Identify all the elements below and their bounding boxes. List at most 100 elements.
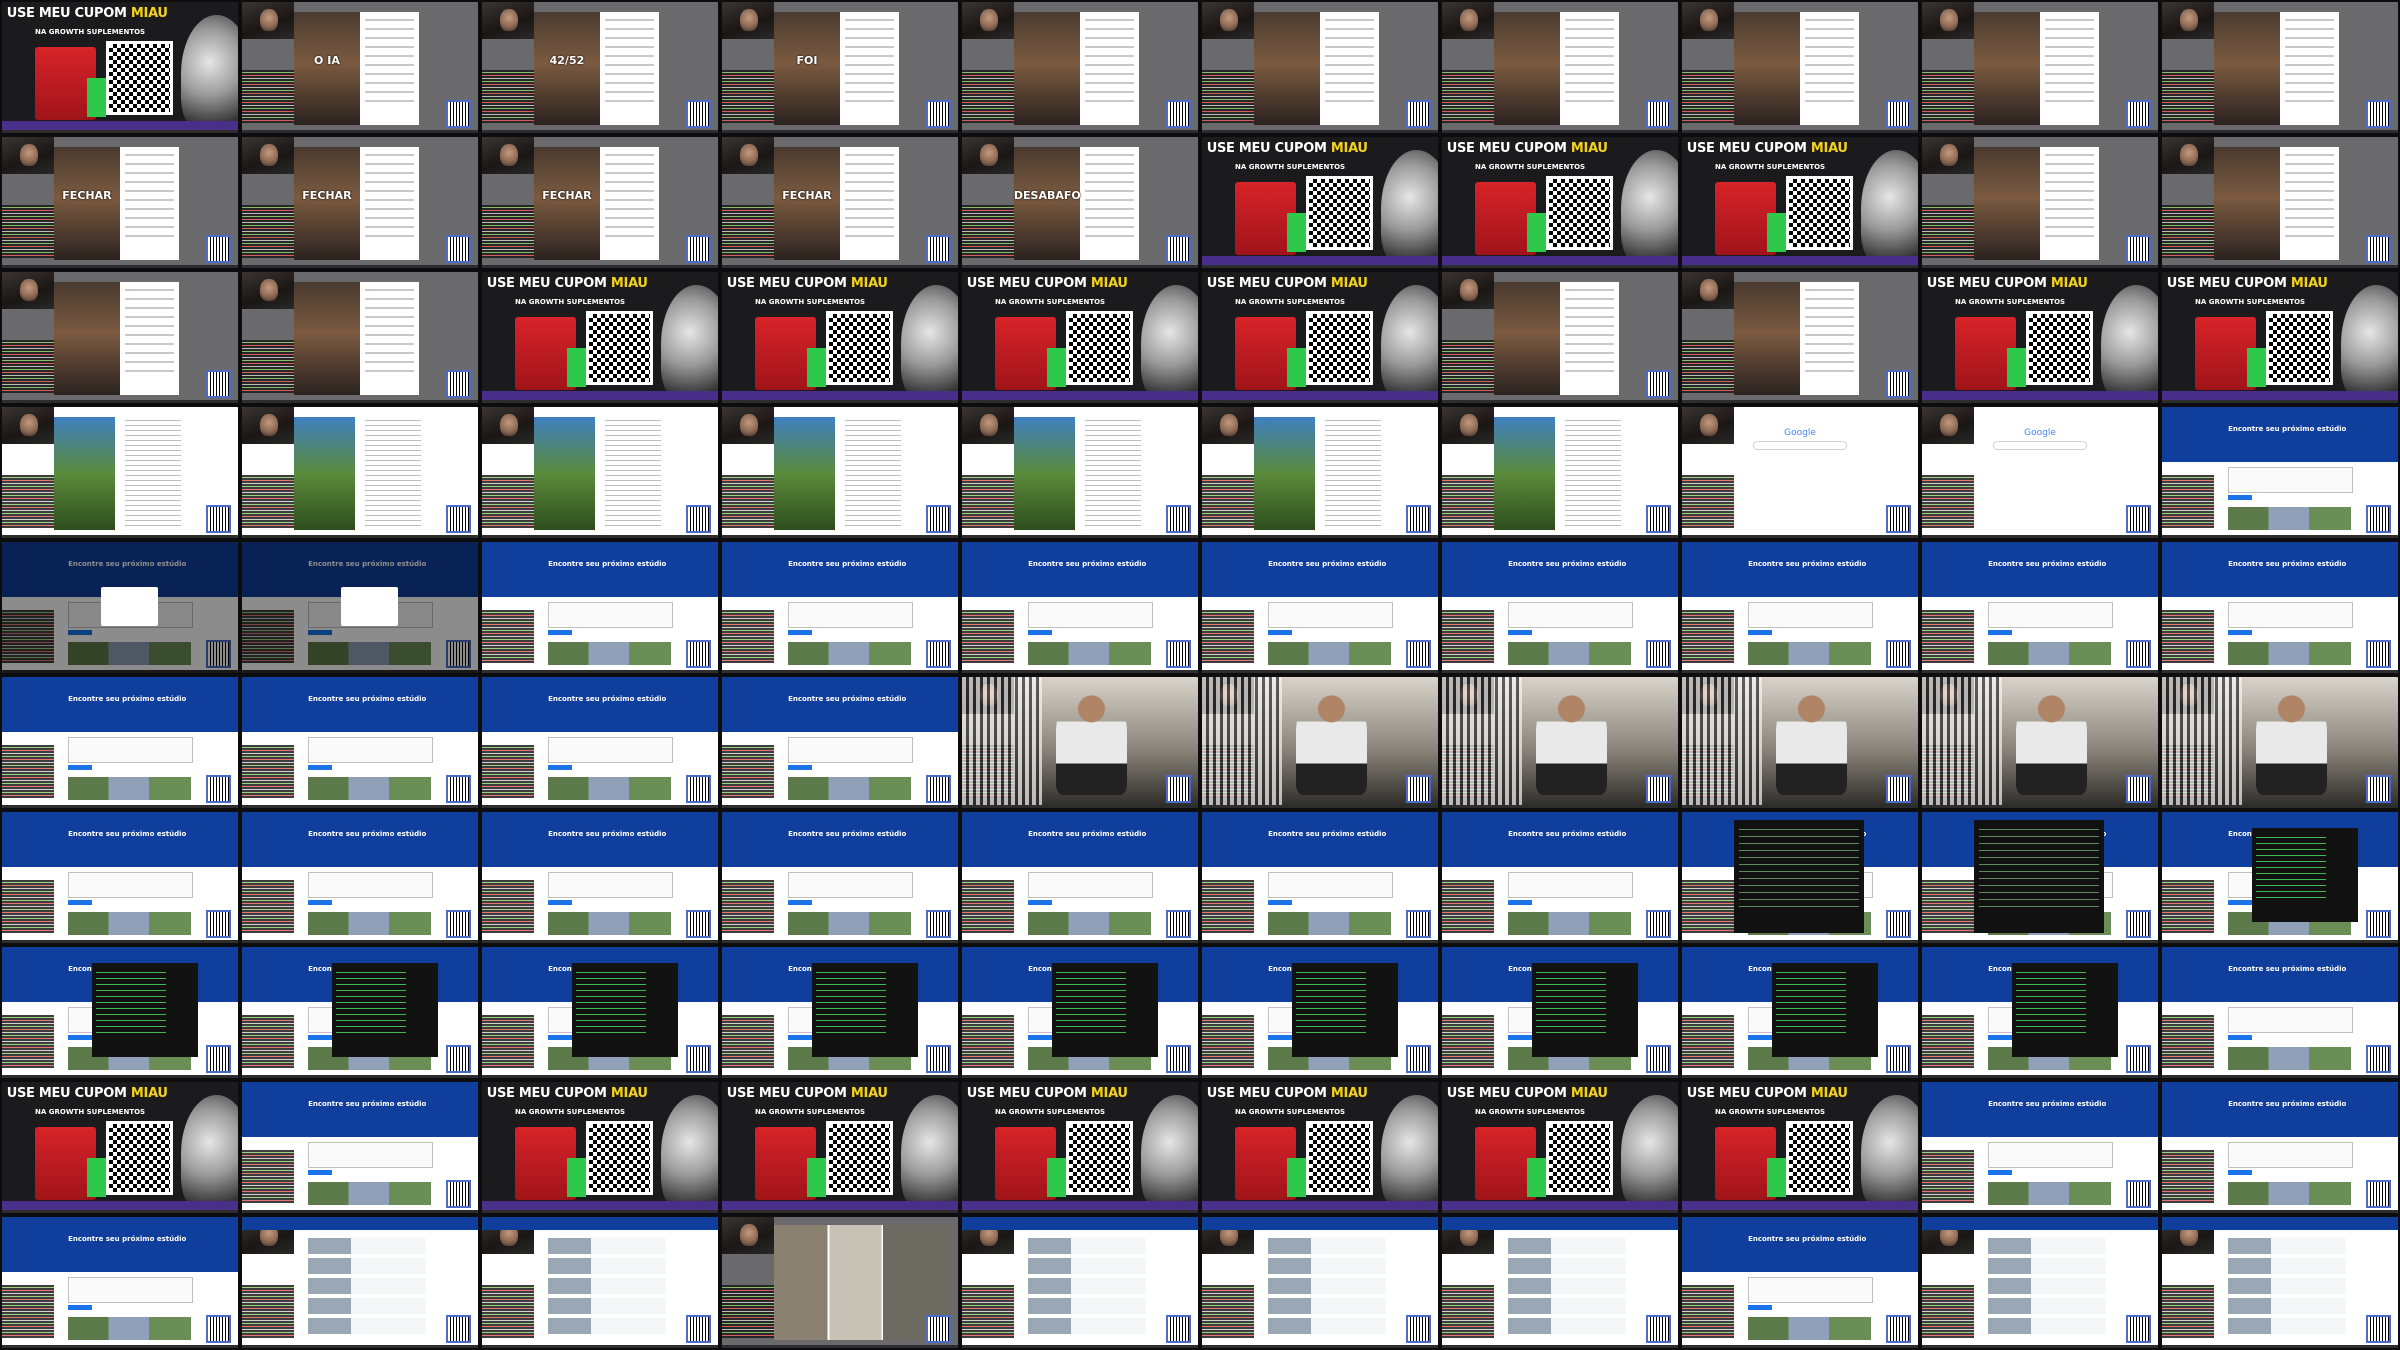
thumbnail-listing[interactable]: [482, 1217, 718, 1348]
thumbnail-reel[interactable]: FECHAR: [2, 137, 238, 268]
thumbnail-ad[interactable]: USE MEU CUPOM MIAU NA GROWTH SUPLEMENTOS: [482, 272, 718, 403]
search-button[interactable]: [68, 1304, 92, 1310]
search-form[interactable]: [68, 1277, 193, 1303]
search-button[interactable]: [1268, 899, 1292, 905]
thumbnail-ad[interactable]: USE MEU CUPOM MIAU NA GROWTH SUPLEMENTOS: [722, 1082, 958, 1213]
thumbnail-listing[interactable]: [1442, 1217, 1678, 1348]
thumbnail-site[interactable]: Encontre seu próximo estúdio: [482, 542, 718, 673]
reel-video[interactable]: [1733, 12, 1800, 126]
reel-video[interactable]: [1733, 282, 1800, 396]
thumbnail-site[interactable]: Encontre seu próximo estúdio: [722, 677, 958, 808]
search-button[interactable]: [68, 899, 92, 905]
thumbnail-reel[interactable]: FECHAR: [722, 137, 958, 268]
thumbnail-site[interactable]: Encontre seu próximo estúdio: [1682, 542, 1918, 673]
thumbnail-site[interactable]: Encontre seu próximo estúdio: [2162, 1082, 2398, 1213]
thumbnail-reel[interactable]: [2162, 137, 2398, 268]
search-button[interactable]: [788, 899, 812, 905]
reel-video[interactable]: [533, 12, 600, 126]
thumbnail-article[interactable]: [482, 407, 718, 538]
listing-results[interactable]: [548, 1237, 667, 1338]
thumbnail-ad[interactable]: USE MEU CUPOM MIAU NA GROWTH SUPLEMENTOS: [2162, 272, 2398, 403]
reel-video[interactable]: [773, 12, 840, 126]
thumbnail-gym[interactable]: [1682, 677, 1918, 808]
search-button[interactable]: [1508, 899, 1532, 905]
thumbnail-site[interactable]: Encontre seu próximo estúdio: [2162, 542, 2398, 673]
search-button[interactable]: [2228, 629, 2252, 635]
reel-video[interactable]: [293, 147, 360, 261]
thumbnail-gym[interactable]: [1442, 677, 1678, 808]
thumbnail-site[interactable]: Encontre seu próximo estúdio: [1922, 1082, 2158, 1213]
search-form[interactable]: [548, 737, 673, 763]
search-button[interactable]: [548, 629, 572, 635]
thumbnail-article[interactable]: [962, 407, 1198, 538]
listing-results[interactable]: [1028, 1237, 1147, 1338]
thumbnail-site[interactable]: Encontre seu próximo estúdio: [2, 1217, 238, 1348]
search-form[interactable]: [1268, 602, 1393, 628]
search-form[interactable]: [1748, 602, 1873, 628]
thumbnail-site[interactable]: Encontre seu próximo estúdio: [482, 677, 718, 808]
search-button[interactable]: [1988, 1169, 2012, 1175]
thumbnail-ad[interactable]: USE MEU CUPOM MIAU NA GROWTH SUPLEMENTOS: [2, 1082, 238, 1213]
search-form[interactable]: [548, 602, 673, 628]
thumbnail-ad[interactable]: USE MEU CUPOM MIAU NA GROWTH SUPLEMENTOS: [962, 272, 1198, 403]
search-form[interactable]: [1988, 602, 2113, 628]
search-button[interactable]: [1268, 1034, 1292, 1040]
search-form[interactable]: [68, 872, 193, 898]
thumbnail-reel[interactable]: [1922, 137, 2158, 268]
thumbnail-reel[interactable]: [1442, 2, 1678, 133]
thumbnail-site[interactable]: Encontre seu próximo estúdio: [242, 812, 478, 943]
thumbnail-article[interactable]: [722, 407, 958, 538]
thumbnail-site[interactable]: Encontre seu próximo estúdio: [2, 677, 238, 808]
search-button[interactable]: [68, 629, 92, 635]
search-button[interactable]: [68, 764, 92, 770]
thumbnail-ad[interactable]: USE MEU CUPOM MIAU NA GROWTH SUPLEMENTOS: [1682, 1082, 1918, 1213]
thumbnail-reel[interactable]: [2162, 2, 2398, 133]
thumbnail-site[interactable]: Encontre seu próximo estúdio: [242, 1082, 478, 1213]
search-form[interactable]: [308, 1142, 433, 1168]
thumbnail-photos[interactable]: [722, 1217, 958, 1348]
thumbnail-reel[interactable]: FECHAR: [242, 137, 478, 268]
thumbnail-dim[interactable]: Encontre seu próximo estúdio: [242, 542, 478, 673]
reel-video[interactable]: [53, 282, 120, 396]
thumbnail-reel[interactable]: DESABAFO: [962, 137, 1198, 268]
search-form[interactable]: [308, 872, 433, 898]
thumbnail-overlay[interactable]: Encontre seu próximo estúdio: [242, 947, 478, 1078]
search-button[interactable]: [2228, 899, 2252, 905]
thumbnail-reel[interactable]: FOI: [722, 2, 958, 133]
search-form[interactable]: [2228, 467, 2353, 493]
thumbnail-site[interactable]: Encontre seu próximo estúdio: [722, 812, 958, 943]
search-form[interactable]: [1508, 602, 1633, 628]
search-button[interactable]: [1988, 629, 2012, 635]
search-button[interactable]: [1748, 1304, 1772, 1310]
listing-results[interactable]: [1988, 1237, 2107, 1338]
thumbnail-reel[interactable]: [1442, 272, 1678, 403]
thumbnail-listing[interactable]: [1202, 1217, 1438, 1348]
search-form[interactable]: [1508, 872, 1633, 898]
thumbnail-site[interactable]: Encontre seu próximo estúdio: [482, 812, 718, 943]
search-button[interactable]: [1748, 629, 1772, 635]
post-image[interactable]: [53, 417, 116, 531]
post-image[interactable]: [1253, 417, 1316, 531]
thumbnail-overlay[interactable]: Encontre seu próximo estúdio: [962, 947, 1198, 1078]
thumbnail-ad[interactable]: USE MEU CUPOM MIAU NA GROWTH SUPLEMENTOS: [2, 2, 238, 133]
post-image[interactable]: [1013, 417, 1076, 531]
reel-video[interactable]: [533, 147, 600, 261]
thumbnail-dim[interactable]: Encontre seu próximo estúdio: [2, 542, 238, 673]
search-button[interactable]: [788, 764, 812, 770]
search-button[interactable]: [548, 899, 572, 905]
post-image[interactable]: [1493, 417, 1556, 531]
thumbnail-site[interactable]: Encontre seu próximo estúdio: [2, 812, 238, 943]
thumbnail-listing[interactable]: [2162, 1217, 2398, 1348]
search-form[interactable]: [788, 737, 913, 763]
thumbnail-dark[interactable]: Encontre seu próximo estúdio: [1682, 812, 1918, 943]
login-modal[interactable]: [101, 586, 158, 626]
thumbnail-gym[interactable]: [1202, 677, 1438, 808]
search-button[interactable]: [308, 1169, 332, 1175]
thumbnail-site[interactable]: Encontre seu próximo estúdio: [962, 812, 1198, 943]
thumbnail-gym[interactable]: [2162, 677, 2398, 808]
thumbnail-reel[interactable]: [1682, 272, 1918, 403]
thumbnail-reel[interactable]: FECHAR: [482, 137, 718, 268]
thumbnail-ad[interactable]: USE MEU CUPOM MIAU NA GROWTH SUPLEMENTOS: [1682, 137, 1918, 268]
search-button[interactable]: [308, 1034, 332, 1040]
thumbnail-google[interactable]: Google: [1682, 407, 1918, 538]
